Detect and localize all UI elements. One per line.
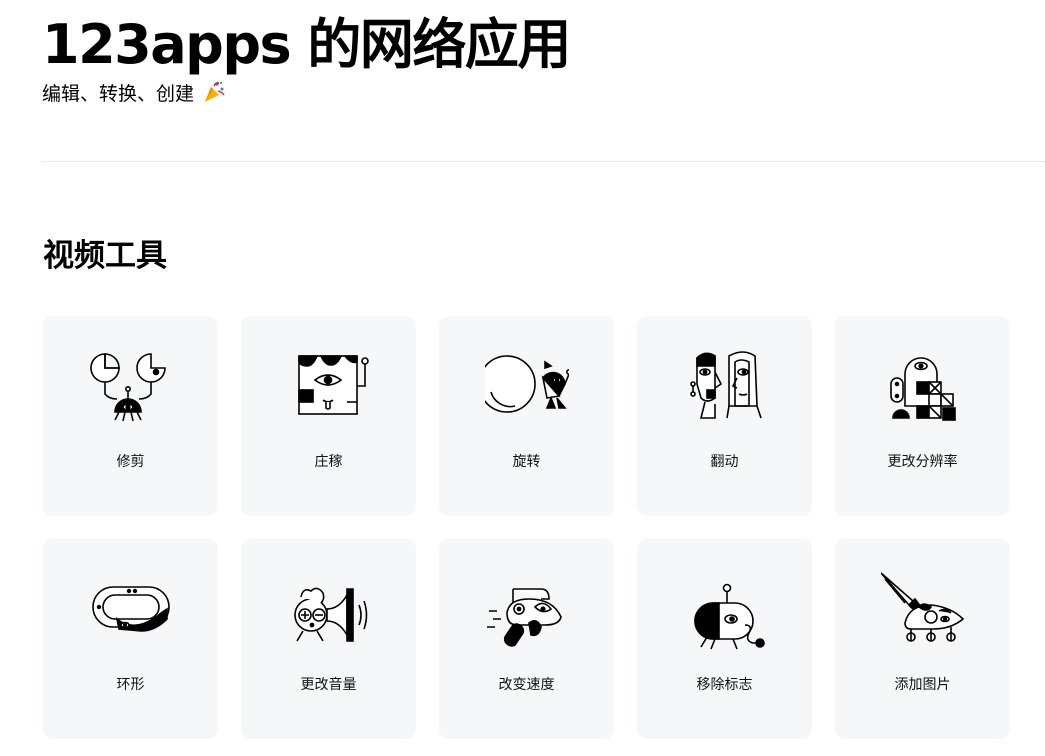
tool-card-trim[interactable]: 修剪: [43, 316, 218, 516]
pixel-robot-resolution-icon: [890, 357, 956, 421]
tool-label: 更改分辨率: [887, 454, 958, 470]
tool-card-change-resolution[interactable]: 更改分辨率: [835, 316, 1010, 516]
tool-card-change-volume[interactable]: 更改音量: [241, 539, 416, 739]
party-popper-icon: [202, 80, 226, 112]
tool-label: 修剪: [116, 454, 145, 470]
page-title: 123apps 的网络应用: [42, 13, 571, 76]
square-face-crop-icon: [298, 355, 369, 415]
section-title-video-tools: 视频工具: [43, 238, 167, 274]
tool-label: 移除标志: [696, 677, 753, 693]
tool-card-flip[interactable]: 翻动: [637, 316, 812, 516]
speedy-creature-icon: [487, 588, 562, 647]
video-tools-grid: 修剪 庄稼 旋转 翻动 更改分辨率 环形 更改音量 改变速度 移除标志 添加图片: [43, 316, 1010, 739]
tool-label: 更改音量: [300, 677, 357, 693]
mirrored-faces-flip-icon: [690, 351, 762, 419]
horn-volume-icon: [294, 587, 368, 642]
tool-card-remove-logo[interactable]: 移除标志: [637, 539, 812, 739]
rolling-ball-creature-icon: [485, 355, 569, 413]
tool-label: 庄稼: [314, 454, 343, 470]
tool-card-add-image[interactable]: 添加图片: [835, 539, 1010, 739]
tool-label: 翻动: [710, 454, 739, 470]
crab-scissors-icon: [90, 353, 166, 422]
page-subtitle: 编辑、转换、创建: [42, 80, 226, 112]
tool-label: 改变速度: [498, 677, 555, 693]
pill-bug-logo-remover-icon: [694, 583, 765, 650]
tool-card-crop[interactable]: 庄稼: [241, 316, 416, 516]
subtitle-text: 编辑、转换、创建: [42, 83, 195, 105]
tool-card-change-speed[interactable]: 改变速度: [439, 539, 614, 739]
tool-card-loop[interactable]: 环形: [43, 539, 218, 739]
tool-label: 旋转: [512, 454, 541, 470]
tool-label: 添加图片: [894, 677, 951, 693]
tool-label: 环形: [116, 677, 145, 693]
tool-card-rotate[interactable]: 旋转: [439, 316, 614, 516]
header-divider: [42, 161, 1045, 162]
brush-mouse-image-icon: [881, 572, 965, 642]
ring-snake-loop-icon: [92, 586, 170, 632]
